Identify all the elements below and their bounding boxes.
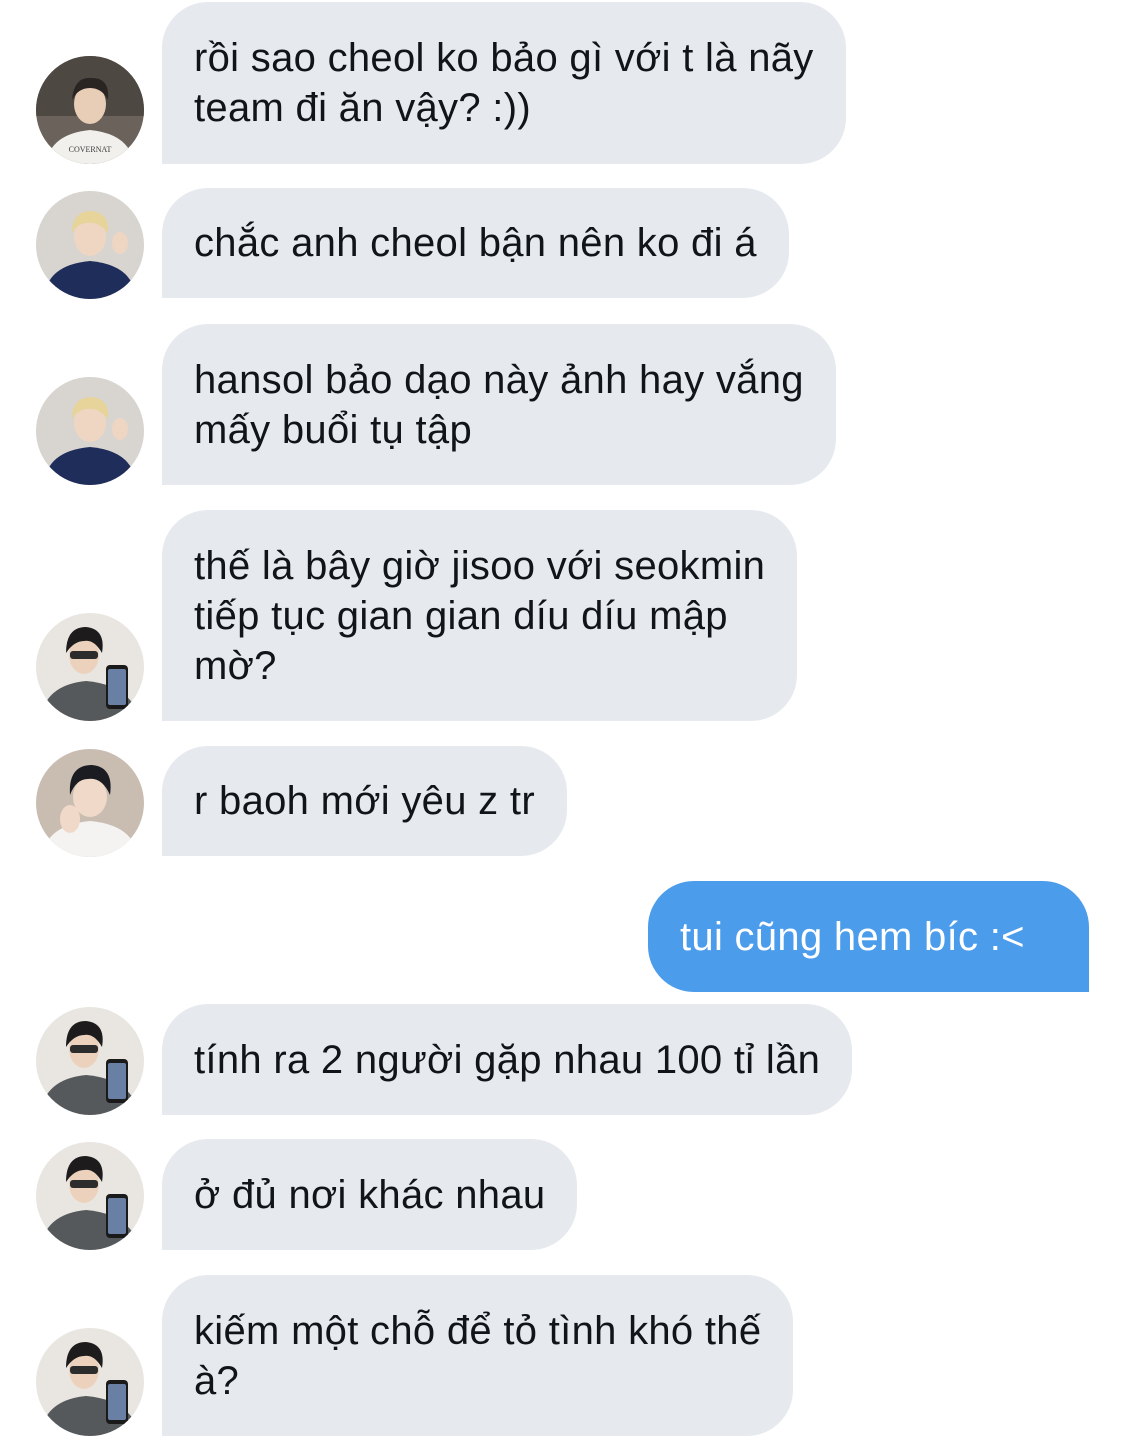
message-bubble[interactable]: thế là bây giờ jisoo với seokmin tiếp tụ… bbox=[162, 510, 798, 721]
message-bubble[interactable]: kiếm một chỗ để tỏ tình khó thế à? bbox=[162, 1275, 794, 1436]
message-bubble[interactable]: r baoh mới yêu z tr bbox=[162, 746, 567, 856]
message-text: kiếm một chỗ để tỏ tình khó thế à? bbox=[194, 1308, 762, 1403]
message-text: chắc anh cheol bận nên ko đi á bbox=[194, 221, 757, 265]
message-text: thế là bây giờ jisoo với seokmin tiếp tụ… bbox=[194, 543, 766, 688]
avatar[interactable] bbox=[36, 1007, 144, 1115]
avatar[interactable] bbox=[36, 377, 144, 485]
avatar-badge: COVERNAT bbox=[69, 145, 112, 154]
message-text: rồi sao cheol ko bảo gì với t là nãy tea… bbox=[194, 36, 814, 130]
message-bubble[interactable]: rồi sao cheol ko bảo gì với t là nãy tea… bbox=[162, 2, 846, 164]
message-bubble[interactable]: tính ra 2 người gặp nhau 100 tỉ lần bbox=[162, 1004, 853, 1115]
avatar[interactable] bbox=[36, 191, 144, 299]
message-bubble[interactable]: hansol bảo dạo này ảnh hay vắng mấy buổi… bbox=[162, 324, 836, 485]
message-text: hansol bảo dạo này ảnh hay vắng mấy buổi… bbox=[194, 357, 804, 452]
avatar[interactable] bbox=[36, 749, 144, 857]
message-text: tính ra 2 người gặp nhau 100 tỉ lần bbox=[194, 1037, 821, 1082]
message-bubble[interactable]: ở đủ nơi khác nhau bbox=[162, 1139, 578, 1250]
message-text: ở đủ nơi khác nhau bbox=[194, 1172, 546, 1217]
avatar[interactable] bbox=[36, 1142, 144, 1250]
message-text: tui cũng hem bíc :< bbox=[680, 914, 1025, 959]
message-bubble[interactable]: chắc anh cheol bận nên ko đi á bbox=[162, 188, 789, 298]
avatar[interactable]: COVERNAT bbox=[36, 56, 144, 164]
message-text: r baoh mới yêu z tr bbox=[194, 779, 535, 823]
message-bubble-outgoing[interactable]: tui cũng hem bíc :< bbox=[648, 881, 1089, 992]
avatar[interactable] bbox=[36, 613, 144, 721]
avatar[interactable] bbox=[36, 1328, 144, 1436]
